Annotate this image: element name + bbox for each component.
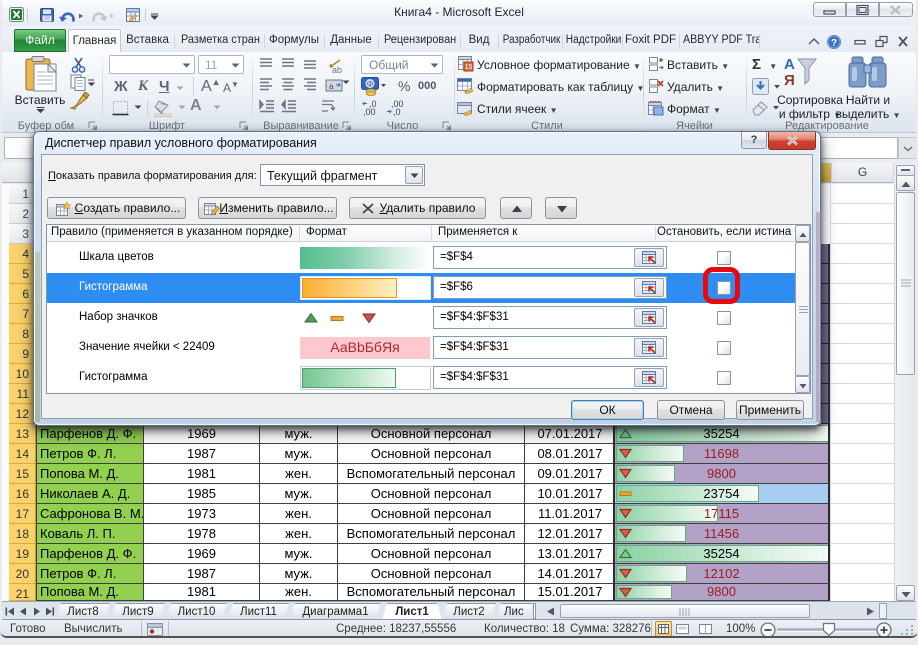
svg-text:a: a: [329, 82, 334, 91]
svg-text:?: ?: [831, 38, 837, 49]
svg-text:,00: ,00: [363, 107, 376, 117]
svg-text:Я: Я: [784, 72, 795, 89]
svg-text:Ф: Ф: [367, 80, 373, 89]
svg-text:А: А: [784, 56, 795, 73]
svg-text:ab: ab: [332, 65, 342, 75]
svg-text:,0: ,0: [393, 107, 401, 117]
svg-text:15: 15: [465, 64, 473, 71]
